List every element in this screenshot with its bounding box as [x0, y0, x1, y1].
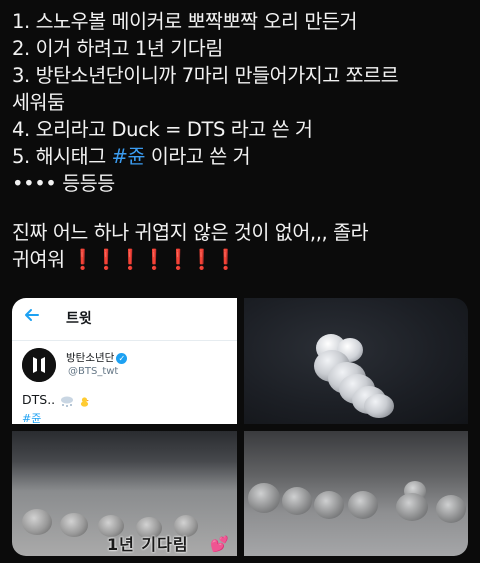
embedded-hashtag-link[interactable]: #쥰: [22, 410, 41, 424]
snow-duck: [364, 394, 394, 418]
embedded-tweet-header: 트윗: [12, 298, 237, 341]
media-photo-1[interactable]: 트윗 방탄소년단 ✓ @BTS_twt DTS.. #쥰: [12, 298, 237, 424]
tweet-line-5-prefix: 5. 해시태그: [12, 145, 112, 168]
snow-duck: [396, 493, 428, 521]
snow-cloud-icon: [59, 395, 75, 407]
snow-duck: [282, 487, 312, 515]
embedded-tweet-text: DTS..: [22, 392, 56, 407]
snow-duck: [436, 495, 466, 523]
snow-duck: [22, 509, 52, 535]
verified-badge-icon: ✓: [116, 352, 128, 364]
tweet-line-1: 1. 스노우볼 메이커로 뽀짝뽀짝 오리 만든거: [12, 10, 357, 33]
snow-duck: [248, 483, 280, 513]
tweet-para2-line-1: 진짜 어느 하나 귀엽지 않은 것이 없어,,, 졸라: [12, 221, 369, 244]
baby-chick-icon: [79, 395, 90, 407]
media-photo-2[interactable]: [244, 298, 468, 424]
tweet-para2-line-2: 귀여워 ❗❗❗❗❗❗❗: [12, 246, 472, 273]
media-grid: 트윗 방탄소년단 ✓ @BTS_twt DTS.. #쥰 1년 기다림 💕: [12, 298, 468, 556]
exclamation-marks: ❗❗❗❗❗❗❗: [70, 248, 238, 271]
tweet-line-2: 2. 이거 하려고 1년 기다림: [12, 37, 223, 60]
tweet-line-6: •••• 등등등: [12, 172, 115, 195]
embedded-account-handle: @BTS_twt: [68, 366, 119, 377]
photo-caption: 1년 기다림: [107, 535, 189, 554]
media-photo-3[interactable]: 1년 기다림 💕: [12, 431, 237, 556]
tweet-line-5: 5. 해시태그 #쥰 이라고 쓴 거: [12, 143, 472, 170]
hashtag-link[interactable]: #쥰: [112, 145, 146, 168]
embedded-tweet-body: DTS..: [22, 392, 90, 407]
hearts-sticker-icon: 💕: [210, 535, 229, 553]
account-name-text: 방탄소년단: [66, 352, 115, 364]
snow-duck: [348, 491, 378, 519]
tweet-line-3-cont: 세워둠: [12, 91, 65, 114]
tweet-text: 1. 스노우볼 메이커로 뽀짝뽀짝 오리 만든거 2. 이거 하려고 1년 기다…: [12, 8, 472, 273]
bts-logo-avatar: [22, 348, 56, 382]
media-photo-4[interactable]: [244, 431, 468, 556]
tweet-line-4: 4. 오리라고 Duck = DTS 라고 쓴 거: [12, 118, 313, 141]
embedded-account-name: 방탄소년단 ✓: [66, 350, 128, 365]
tweet-line-5-suffix: 이라고 쓴 거: [145, 145, 251, 168]
snow-duck: [314, 491, 344, 519]
tweet-para2-text: 귀여워: [12, 248, 65, 271]
arrow-left-icon: [24, 307, 40, 328]
embedded-tweet-header-title: 트윗: [66, 311, 92, 327]
tweet-line-3: 3. 방탄소년단이니까 7마리 만들어가지고 쪼르르: [12, 64, 399, 87]
snow-duck: [60, 513, 88, 537]
